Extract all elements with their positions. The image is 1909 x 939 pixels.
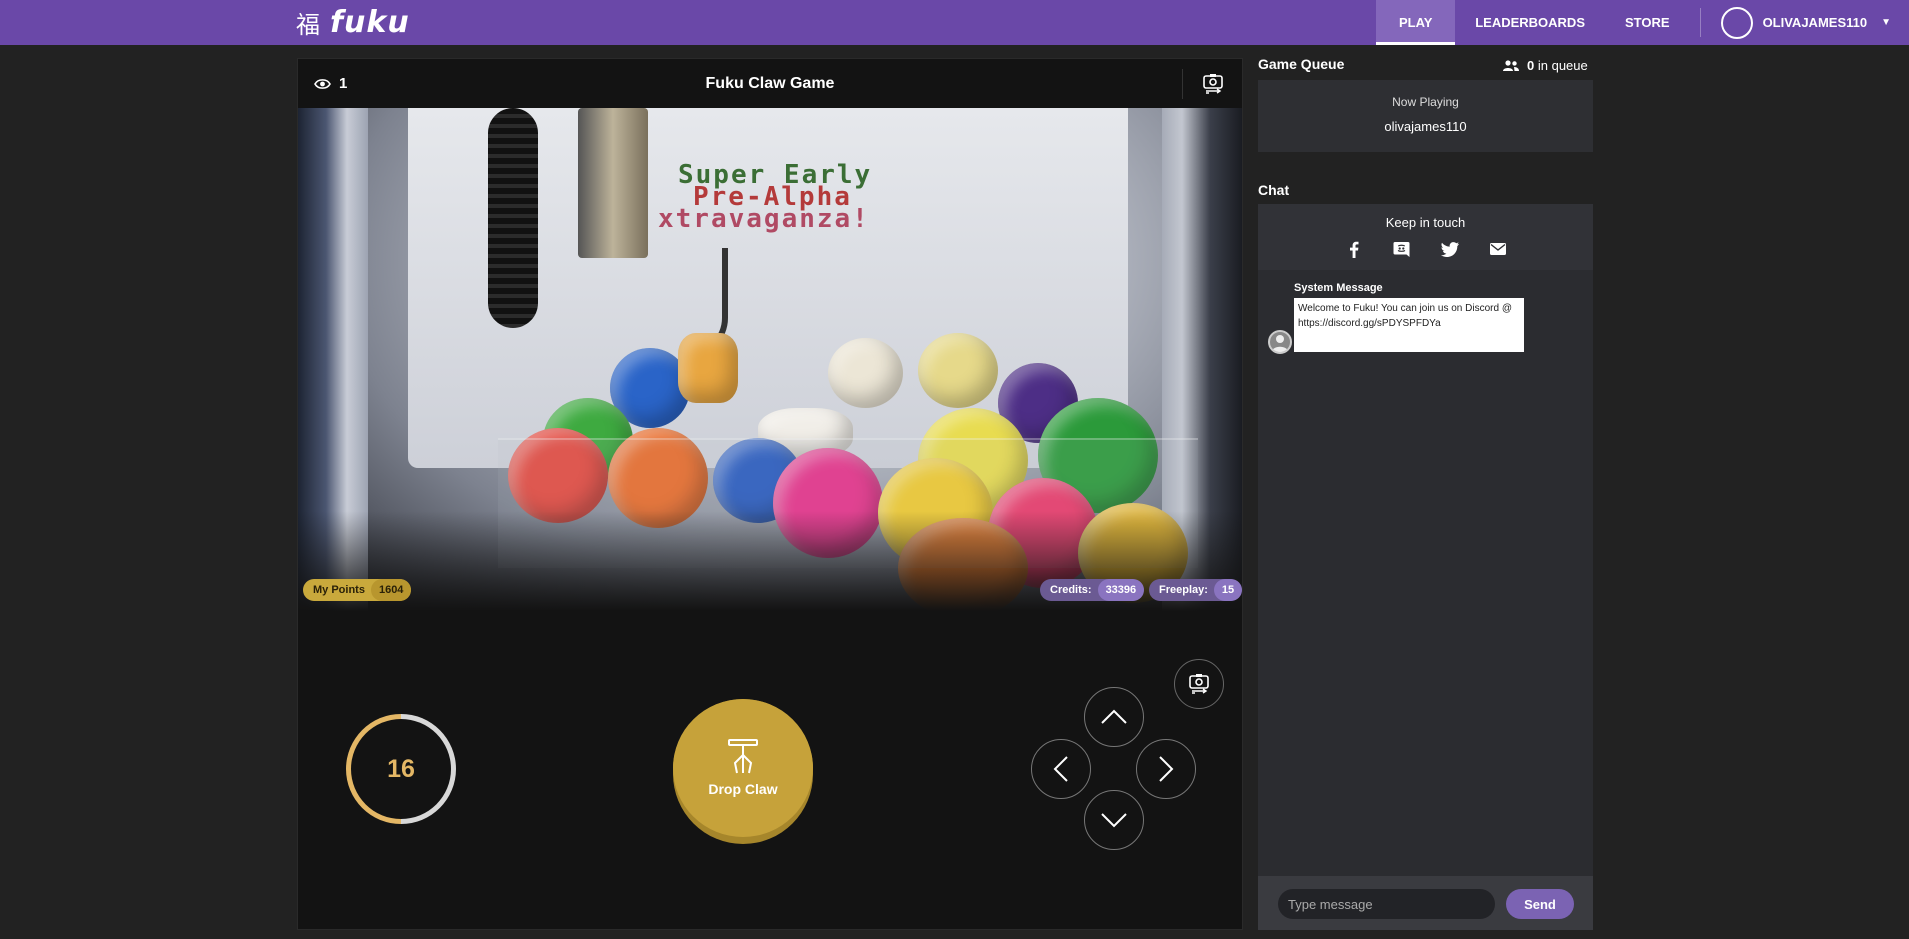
credits-value: 33396 [1097,579,1145,601]
username: OLIVAJAMES110 [1762,15,1868,30]
user-menu[interactable]: OLIVAJAMES110 ▼ [1711,0,1909,45]
chevron-up-icon [1101,709,1127,724]
chevron-down-icon [1101,813,1127,828]
social-links [1258,240,1593,258]
video-sign-line-3: xtravaganza! [658,204,870,234]
move-right-button[interactable] [1136,739,1196,799]
keep-in-touch-section: Keep in touch [1258,204,1593,270]
my-points-label: My Points [313,584,365,596]
credits-badge: Credits: 33396 [1040,579,1145,601]
claw-video-feed: Super Early Pre-Alpha xtravaganza! [298,108,1242,611]
switch-camera-button[interactable] [1182,69,1242,99]
queue-count-suffix: in queue [1537,58,1588,73]
camera-switch-icon [1202,74,1223,94]
move-left-button[interactable] [1031,739,1091,799]
user-avatar-icon [1268,330,1292,354]
freeplay-badge: Freeplay: 15 [1149,579,1243,601]
send-button[interactable]: Send [1506,889,1574,919]
nav-leaderboards[interactable]: LEADERBOARDS [1455,0,1605,45]
move-up-button[interactable] [1084,687,1144,747]
discord-icon[interactable] [1393,240,1411,258]
logo-text: fuku [330,4,410,40]
email-icon[interactable] [1489,240,1507,258]
claw-icon [728,739,758,774]
chat-message-author: System Message [1294,282,1383,294]
prize-ball [678,333,738,403]
nav-menu: PLAY LEADERBOARDS STORE OLIVAJAMES110 ▼ [1376,0,1909,45]
switch-camera-round-button[interactable] [1174,659,1224,709]
prize-ball [918,333,998,408]
video-cable [488,108,538,328]
my-points-badge: My Points 1604 [303,579,412,601]
game-queue-title: Game Queue [1258,56,1345,72]
nav-divider [1699,8,1701,37]
queue-count: 0 in queue [1503,58,1588,73]
game-panel: 1 Fuku Claw Game Super Early Pre-Alpha x… [297,58,1243,930]
now-playing-card: Now Playing olivajames110 [1258,80,1593,152]
drop-claw-face: Drop Claw [673,699,813,837]
logo-kanji: 福 [296,10,320,39]
now-playing-label: Now Playing [1392,95,1459,109]
prize-ball [828,338,903,408]
chat-input-bar: Send [1258,876,1593,930]
nav-store[interactable]: STORE [1605,0,1690,45]
queue-count-value: 0 [1527,58,1535,73]
camera-switch-icon [1189,674,1209,694]
freeplay-label: Freeplay: [1159,584,1208,596]
nav-play[interactable]: PLAY [1376,0,1456,45]
avatar [1720,6,1753,39]
now-playing-user: olivajames110 [1384,119,1467,134]
users-icon [1503,59,1519,71]
chevron-right-icon [1159,756,1174,782]
logo[interactable]: 福 fuku [296,4,410,40]
game-title: Fuku Claw Game [705,75,835,92]
facebook-icon[interactable] [1345,240,1363,258]
video-claw [578,108,648,258]
credits-label: Credits: [1050,584,1092,596]
drop-claw-button[interactable]: Drop Claw [673,699,813,844]
caret-down-icon: ▼ [1881,17,1891,28]
my-points-value: 1604 [370,579,412,601]
top-nav: 福 fuku PLAY LEADERBOARDS STORE OLIVAJAME… [0,0,1909,45]
chat-panel: Keep in touch System Message Welcome to … [1258,204,1593,930]
countdown-value: 16 [351,719,451,819]
chat-message-input[interactable] [1278,889,1495,919]
game-header: 1 Fuku Claw Game [298,59,1242,108]
chat-title: Chat [1258,182,1290,198]
move-down-button[interactable] [1084,790,1144,850]
countdown-timer: 16 [346,714,456,824]
drop-claw-label: Drop Claw [708,781,778,797]
chevron-left-icon [1053,756,1068,782]
twitter-icon[interactable] [1440,240,1459,258]
keep-in-touch-label: Keep in touch [1385,215,1466,230]
chat-message-text: Welcome to Fuku! You can join us on Disc… [1294,298,1524,352]
freeplay-value: 15 [1213,579,1243,601]
